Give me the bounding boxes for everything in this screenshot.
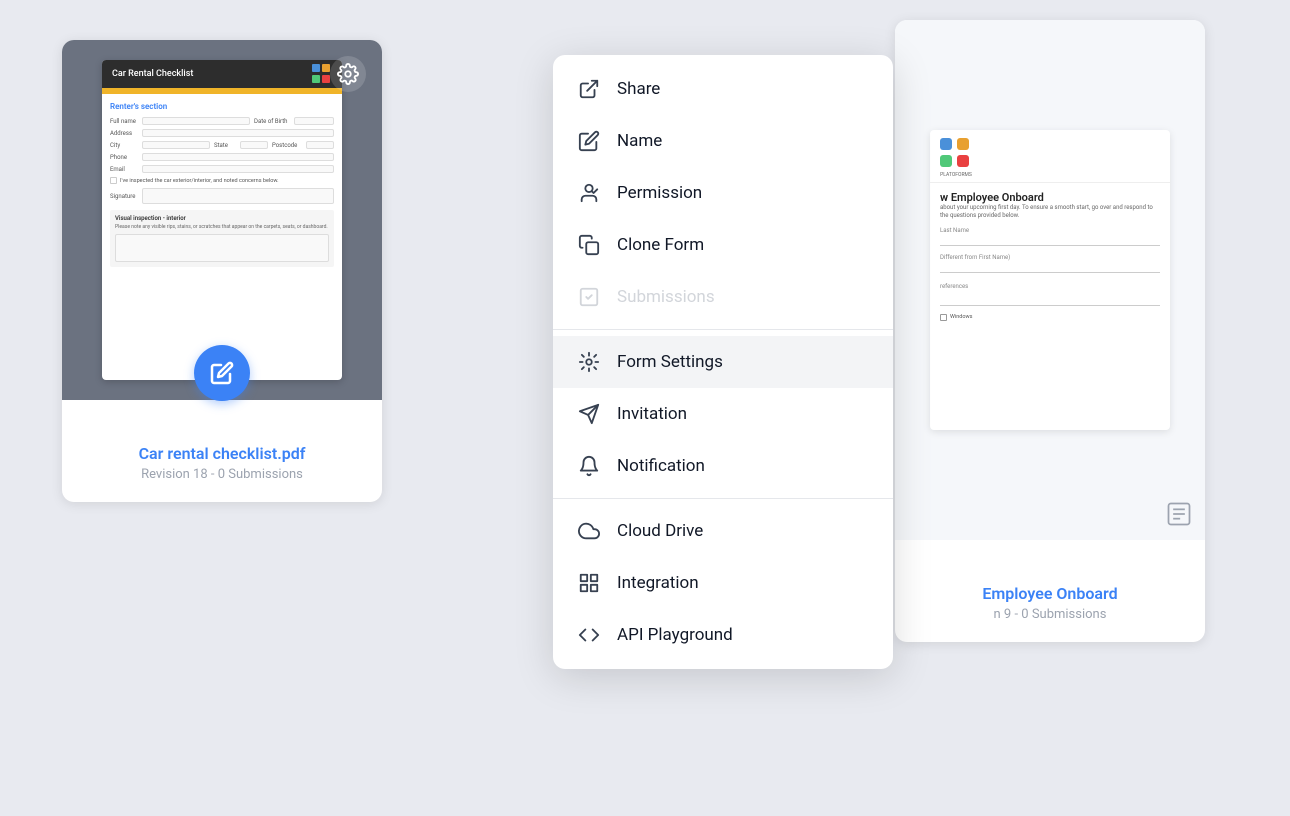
left-card-info: Car rental checklist.pdf Revision 18 - 0… — [62, 400, 382, 502]
invitation-label: Invitation — [617, 404, 687, 424]
right-card-info: Employee Onboard n 9 - 0 Submissions — [895, 540, 1205, 642]
menu-item-permission[interactable]: Permission — [553, 167, 893, 219]
menu-item-integration[interactable]: Integration — [553, 557, 893, 609]
name-icon — [577, 129, 601, 153]
context-menu: Share Name Permission C — [553, 55, 893, 669]
right-card-title: Employee Onboard — [911, 584, 1189, 603]
right-card: PLATOFORMS w Employee Onboard about your… — [895, 20, 1205, 642]
right-card-preview: PLATOFORMS w Employee Onboard about your… — [895, 20, 1205, 540]
permission-icon — [577, 181, 601, 205]
menu-item-invitation[interactable]: Invitation — [553, 388, 893, 440]
name-label: Name — [617, 131, 662, 151]
integration-icon — [577, 571, 601, 595]
pdf-badge — [1165, 500, 1193, 528]
menu-divider-2 — [553, 498, 893, 499]
menu-item-clone[interactable]: Clone Form — [553, 219, 893, 271]
right-form-inner: PLATOFORMS w Employee Onboard about your… — [930, 130, 1170, 430]
form-preview: Car Rental Checklist Renter's section Fu… — [102, 60, 342, 380]
integration-label: Integration — [617, 573, 699, 593]
visual-section: Visual inspection - interior Please note… — [110, 210, 334, 267]
menu-item-api[interactable]: API Playground — [553, 609, 893, 661]
menu-item-submissions: Submissions — [553, 271, 893, 323]
menu-item-form-settings[interactable]: Form Settings — [553, 336, 893, 388]
form-settings-icon — [577, 350, 601, 374]
notification-label: Notification — [617, 456, 705, 476]
notification-icon — [577, 454, 601, 478]
left-card: Car Rental Checklist Renter's section Fu… — [62, 40, 382, 502]
menu-item-cloud-drive[interactable]: Cloud Drive — [553, 505, 893, 557]
share-icon — [577, 77, 601, 101]
clone-icon — [577, 233, 601, 257]
left-card-title: Car rental checklist.pdf — [78, 444, 366, 463]
right-card-subtitle: n 9 - 0 Submissions — [911, 607, 1189, 622]
form-settings-label: Form Settings — [617, 352, 723, 372]
checkbox-text: I've inspected the car exterior/interior… — [120, 178, 279, 184]
left-card-preview: Car Rental Checklist Renter's section Fu… — [62, 40, 382, 400]
share-label: Share — [617, 79, 660, 99]
edit-fab[interactable] — [194, 345, 250, 401]
menu-item-notification[interactable]: Notification — [553, 440, 893, 492]
submissions-label: Submissions — [617, 287, 715, 307]
menu-item-share[interactable]: Share — [553, 63, 893, 115]
api-icon — [577, 623, 601, 647]
clone-label: Clone Form — [617, 235, 704, 255]
form-section-title: Renter's section — [110, 102, 334, 111]
form-preview-title: Car Rental Checklist — [112, 69, 193, 79]
cloud-drive-icon — [577, 519, 601, 543]
left-card-subtitle: Revision 18 - 0 Submissions — [78, 467, 366, 482]
submissions-icon — [577, 285, 601, 309]
form-header-icon — [312, 64, 332, 84]
api-label: API Playground — [617, 625, 733, 645]
invitation-icon — [577, 402, 601, 426]
cloud-drive-label: Cloud Drive — [617, 521, 703, 541]
permission-label: Permission — [617, 183, 702, 203]
menu-item-name[interactable]: Name — [553, 115, 893, 167]
gear-button[interactable] — [330, 56, 366, 92]
menu-divider-1 — [553, 329, 893, 330]
